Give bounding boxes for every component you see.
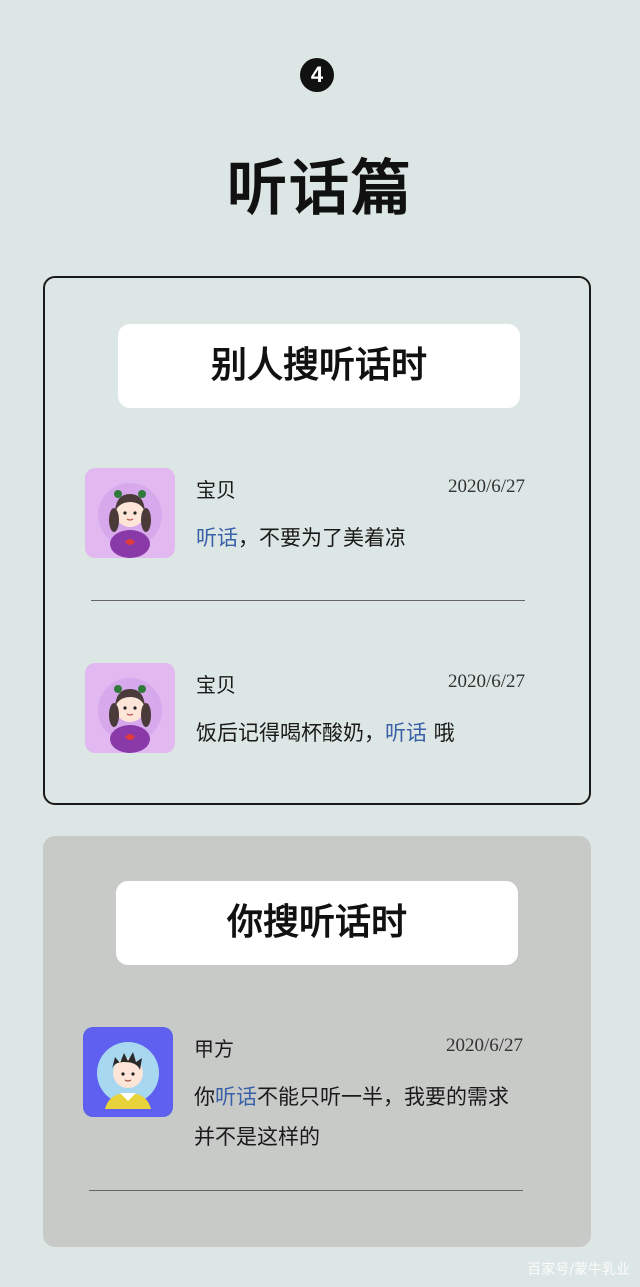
step-number-badge: 4	[300, 58, 334, 92]
sender-name: 宝贝	[196, 673, 236, 697]
message-text: 你听话不能只听一半，我要的需求并不是这样的	[194, 1077, 514, 1157]
divider	[89, 1190, 523, 1191]
message-item[interactable]: 宝贝 2020/6/27 听话，不要为了美着凉	[85, 468, 525, 558]
message-text: 饭后记得喝杯酸奶，听话 哦	[196, 713, 526, 753]
highlight-keyword: 听话	[215, 1085, 257, 1109]
others-search-panel: 别人搜听话时 宝贝 2020/6/27 听话，不要为了美着凉 宝贝 2020/6…	[43, 276, 591, 805]
message-text-rest: ，不要为了美着凉	[238, 526, 406, 550]
message-date: 2020/6/27	[447, 671, 525, 692]
panel-heading: 你搜听话时	[116, 881, 518, 965]
message-text-before: 你	[194, 1085, 215, 1109]
page-title: 听话篇	[227, 154, 413, 224]
message-text-after: 哦	[427, 721, 455, 745]
boy-avatar-icon	[83, 1027, 173, 1117]
panel-heading: 别人搜听话时	[118, 324, 520, 408]
message-item[interactable]: 宝贝 2020/6/27 饭后记得喝杯酸奶，听话 哦	[85, 663, 525, 753]
message-text: 听话，不要为了美着凉	[196, 518, 526, 558]
watermark: 百家号/蒙牛乳业	[527, 1262, 630, 1278]
highlight-keyword: 听话	[385, 721, 427, 745]
message-date: 2020/6/27	[447, 476, 525, 497]
girl-avatar-icon	[85, 663, 175, 753]
divider	[91, 600, 525, 601]
sender-name: 宝贝	[196, 478, 236, 502]
message-text-before: 饭后记得喝杯酸奶，	[196, 721, 385, 745]
you-search-panel: 你搜听话时 甲方 2020/6/27 你听话不能只听一半，我要的需求并不是这样的	[43, 836, 591, 1247]
message-item[interactable]: 甲方 2020/6/27 你听话不能只听一半，我要的需求并不是这样的	[83, 1027, 523, 1157]
girl-avatar-icon	[85, 468, 175, 558]
highlight-keyword: 听话	[196, 526, 238, 550]
sender-name: 甲方	[194, 1037, 234, 1061]
message-date: 2020/6/27	[445, 1035, 523, 1056]
